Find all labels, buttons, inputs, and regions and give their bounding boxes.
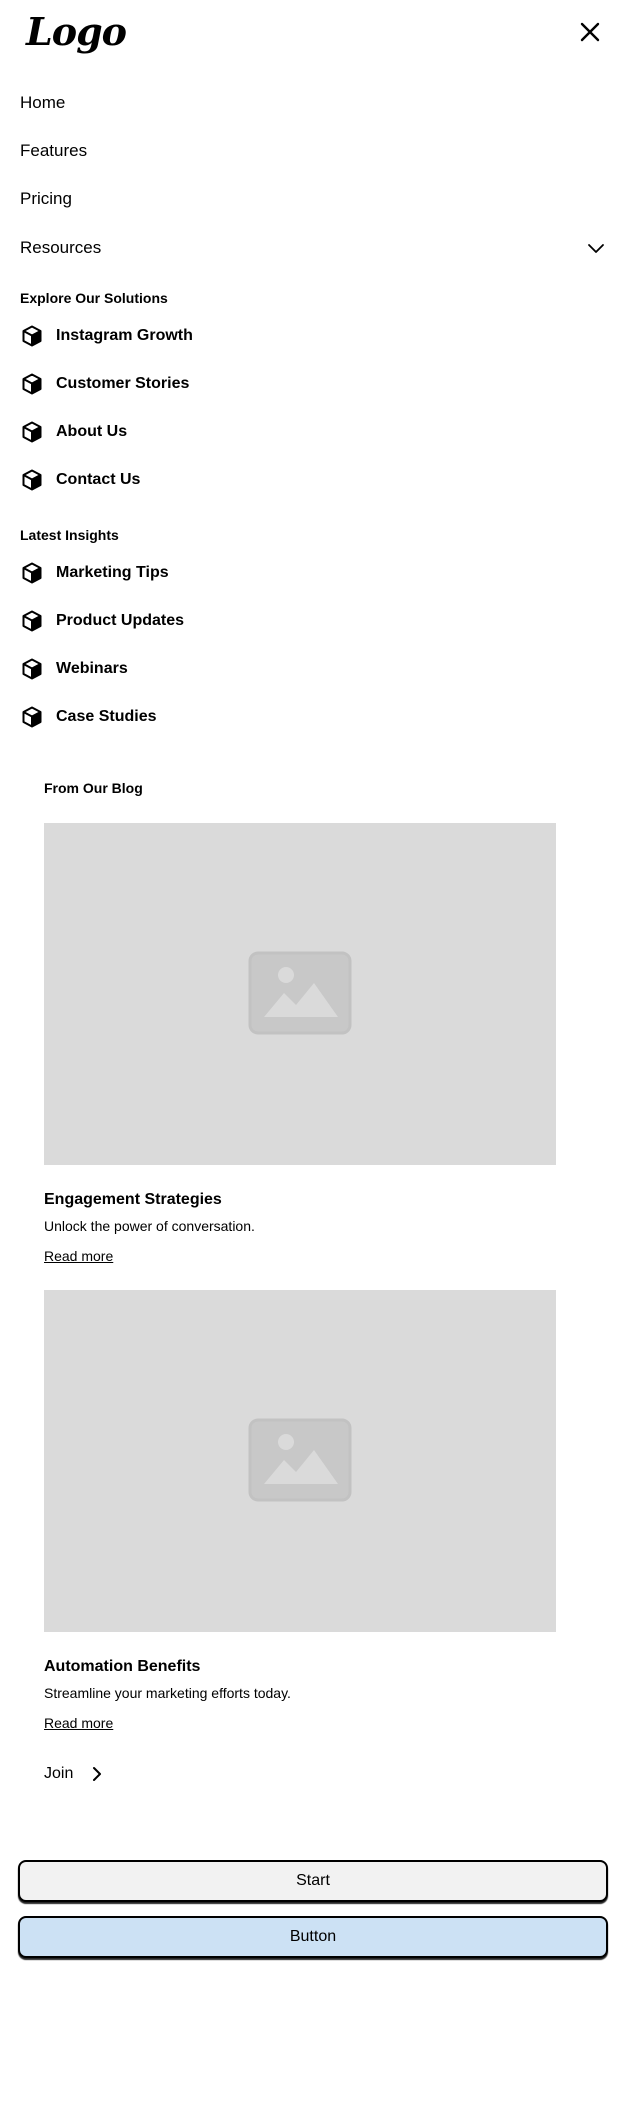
insights-section-title: Latest Insights [20,527,119,543]
cube-icon [22,469,42,491]
blog-post-description: Streamline your marketing efforts today. [44,1685,291,1701]
image-placeholder-icon [248,1418,352,1502]
header: Logo [0,0,626,64]
nav-resources-label: Resources [20,238,102,257]
join-link[interactable]: Join [44,1762,101,1786]
menu-link-label: Instagram Growth [56,327,193,344]
menu-link-label: About Us [56,423,128,440]
start-button[interactable]: Start [18,1860,608,1902]
cube-icon [22,658,42,680]
menu-link-label: Case Studies [56,708,157,725]
nav-resources[interactable]: Resources [20,236,606,260]
cube-icon [22,610,42,632]
menu-link-product-updates[interactable]: Product Updates [20,607,420,635]
blog-post-description: Unlock the power of conversation. [44,1218,255,1234]
menu-link-label: Webinars [56,660,128,677]
cube-icon [22,325,42,347]
menu-link-contact-us[interactable]: Contact Us [20,466,420,494]
nav-home[interactable]: Home [20,91,65,115]
cube-icon [22,706,42,728]
blog-post-image[interactable] [44,1290,556,1632]
menu-link-label: Product Updates [56,612,185,629]
image-placeholder-icon [248,951,352,1035]
logo[interactable]: Logo [26,4,127,60]
blog-post-image[interactable] [44,823,556,1165]
blog-post-heading[interactable]: Automation Benefits [44,1656,200,1678]
chevron-right-icon [93,1767,101,1781]
close-icon [580,22,600,42]
menu-link-label: Marketing Tips [56,564,169,581]
read-more-link[interactable]: Read more [44,1713,113,1733]
cube-icon [22,562,42,584]
cube-icon [22,421,42,443]
chevron-down-icon [588,244,604,253]
nav-features[interactable]: Features [20,139,87,163]
menu-link-case-studies[interactable]: Case Studies [20,703,420,731]
close-menu-button[interactable] [575,17,605,47]
menu-link-about-us[interactable]: About Us [20,418,420,446]
explore-section-title: Explore Our Solutions [20,290,168,306]
menu-link-label: Customer Stories [56,375,190,392]
join-label: Join [44,1765,74,1782]
menu-link-label: Contact Us [56,471,141,488]
menu-link-customer-stories[interactable]: Customer Stories [20,370,420,398]
blog-section-title: From Our Blog [44,780,143,796]
secondary-button[interactable]: Button [18,1916,608,1958]
blog-post-heading[interactable]: Engagement Strategies [44,1189,222,1211]
cube-icon [22,373,42,395]
nav-pricing[interactable]: Pricing [20,187,72,211]
menu-link-webinars[interactable]: Webinars [20,655,420,683]
menu-link-marketing-tips[interactable]: Marketing Tips [20,559,420,587]
read-more-link[interactable]: Read more [44,1246,113,1266]
menu-link-instagram-growth[interactable]: Instagram Growth [20,322,420,350]
